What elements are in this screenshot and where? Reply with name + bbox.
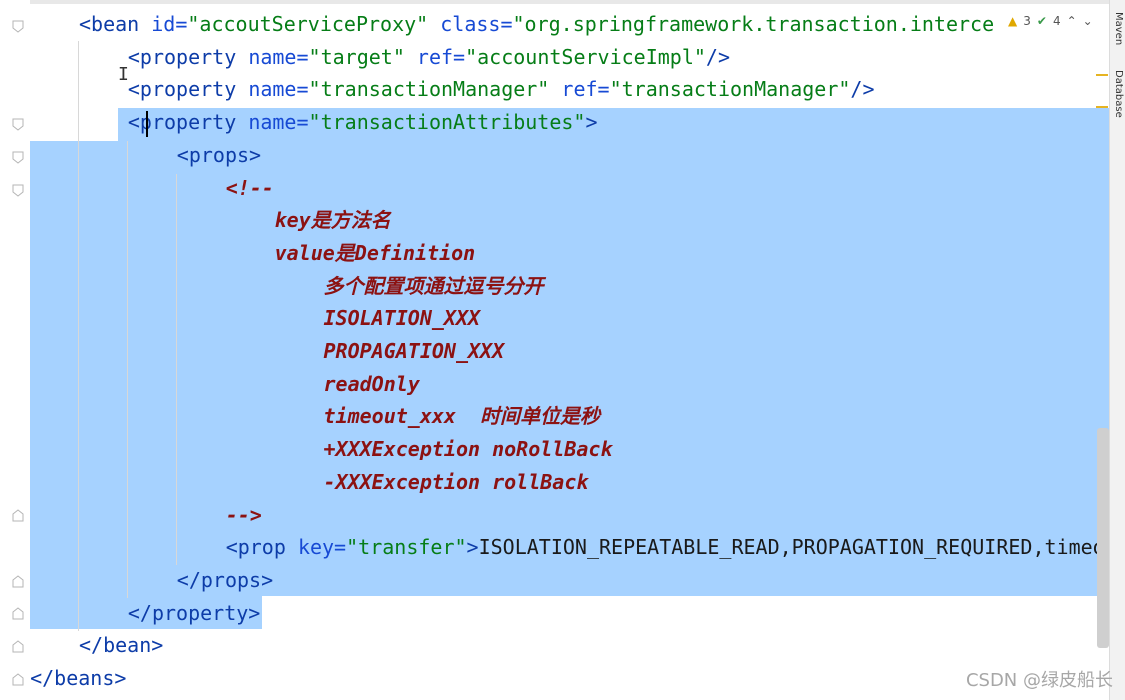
code-line: timeout_xxx 时间单位是秒	[324, 400, 601, 433]
mouse-ibeam-cursor: I	[118, 64, 129, 85]
code-token: <prop	[225, 535, 298, 560]
fold-marker-icon[interactable]	[12, 118, 24, 131]
code-token: >	[585, 110, 598, 135]
code-token: <props>	[176, 142, 262, 167]
right-tool-strip: Maven Database	[1109, 0, 1125, 700]
code-token: "accountServiceImpl"	[465, 44, 706, 69]
code-token: "transactionManager"	[609, 77, 851, 102]
code-line: <property name="transactionManager" ref=…	[128, 73, 875, 106]
code-line: <props>	[177, 139, 261, 172]
code-token: timeout_xxx 时间单位是秒	[323, 404, 601, 429]
code-token: "transactionAttributes"	[308, 110, 586, 135]
code-line: </bean>	[79, 629, 163, 662]
code-line: <bean id="accoutServiceProxy" class="org…	[79, 8, 994, 41]
code-line: +XXXException noRollBack	[324, 433, 613, 466]
code-line: <property name="target" ref="accountServ…	[128, 41, 730, 74]
tool-window-tab[interactable]: Maven	[1113, 12, 1124, 45]
code-token: "org.springframework.transaction.interce	[512, 12, 995, 36]
code-token: <property	[127, 77, 249, 102]
code-line: 多个配置项通过逗号分开	[324, 270, 544, 303]
code-line: </property>	[128, 597, 260, 630]
code-line: </props>	[177, 564, 273, 597]
code-token: />	[850, 77, 875, 102]
fold-marker-icon[interactable]	[12, 151, 24, 164]
code-token: value是Definition	[274, 240, 476, 265]
code-token: name=	[248, 110, 309, 135]
code-token: PROPAGATION_XXX	[323, 339, 505, 363]
code-token: ref=	[561, 77, 610, 102]
code-editor[interactable]: <bean id="accoutServiceProxy" class="org…	[30, 0, 1110, 700]
warning-count: 3	[1023, 14, 1031, 28]
code-token: </props>	[176, 567, 274, 592]
code-token: "target"	[308, 44, 405, 69]
tool-window-tab[interactable]: Database	[1113, 70, 1124, 118]
code-line: -->	[226, 499, 262, 532]
selection-highlight	[30, 141, 1110, 596]
fold-end-icon[interactable]	[12, 575, 24, 588]
error-stripe-marker[interactable]	[1096, 106, 1108, 108]
warning-icon: ▲	[1008, 14, 1018, 28]
fold-marker-icon[interactable]	[12, 20, 24, 33]
code-line: <property name="transactionAttributes">	[128, 106, 598, 139]
code-token: </property>	[127, 600, 261, 625]
code-token: +XXXException noRollBack	[323, 437, 613, 462]
code-token: ISOLATION_XXX	[323, 306, 481, 331]
code-token: <bean	[79, 12, 152, 36]
code-token: >	[466, 535, 479, 560]
code-line: <prop key="transfer">ISOLATION_REPEATABL…	[226, 531, 1105, 564]
code-token: class=	[440, 12, 513, 36]
code-token: key是方法名	[274, 208, 391, 233]
inspection-widget[interactable]: ▲ 3 ✔ 4 ⌃ ⌄	[1008, 14, 1093, 28]
code-token: </beans>	[30, 666, 127, 690]
fold-end-icon[interactable]	[12, 640, 24, 653]
weak-warning-count: 4	[1052, 14, 1061, 28]
indent-guide	[176, 174, 177, 565]
editor-gutter	[0, 0, 30, 700]
code-line: PROPAGATION_XXX	[324, 335, 505, 368]
fold-marker-icon[interactable]	[12, 184, 24, 197]
code-line: key是方法名	[275, 204, 391, 237]
fold-end-icon[interactable]	[12, 607, 24, 620]
code-token: </bean>	[79, 633, 164, 658]
weak-warning-icon: ✔	[1036, 14, 1047, 28]
code-line: -XXXException rollBack	[324, 466, 589, 499]
code-line: </beans>	[30, 662, 126, 695]
code-token: readOnly	[323, 371, 420, 396]
fold-end-icon[interactable]	[12, 509, 24, 522]
text-caret	[146, 111, 148, 137]
code-line: ISOLATION_XXX	[324, 302, 481, 335]
code-token: "accoutServiceProxy"	[187, 12, 429, 36]
previous-highlight-icon[interactable]: ⌃	[1067, 14, 1077, 28]
code-token: "transfer"	[346, 535, 467, 560]
fold-end-icon[interactable]	[12, 673, 24, 686]
code-token: <!--	[225, 175, 274, 200]
code-line: <!--	[226, 172, 274, 205]
code-token: name=	[248, 77, 309, 102]
watermark: CSDN @绿皮船长	[965, 670, 1113, 691]
code-token: -->	[225, 502, 262, 527]
error-stripe-marker[interactable]	[1096, 74, 1108, 76]
next-highlight-icon[interactable]: ⌄	[1083, 14, 1093, 28]
code-line: readOnly	[324, 368, 420, 401]
indent-guide	[78, 41, 79, 631]
code-token: 多个配置项通过逗号分开	[323, 273, 544, 298]
code-token: key=	[297, 535, 347, 560]
code-token: />	[705, 44, 730, 69]
code-token: <property	[127, 44, 249, 69]
code-line: value是Definition	[275, 237, 476, 270]
code-token: ref=	[416, 44, 466, 69]
indent-guide	[127, 141, 128, 598]
code-token: name=	[248, 44, 309, 69]
code-token: id=	[151, 12, 188, 36]
code-token: ISOLATION_REPEATABLE_READ,PROPAGATION_RE…	[478, 535, 1105, 560]
code-token: "transactionManager"	[308, 77, 550, 102]
code-token: -XXXException rollBack	[323, 469, 589, 494]
vertical-scrollbar[interactable]	[1097, 428, 1109, 648]
